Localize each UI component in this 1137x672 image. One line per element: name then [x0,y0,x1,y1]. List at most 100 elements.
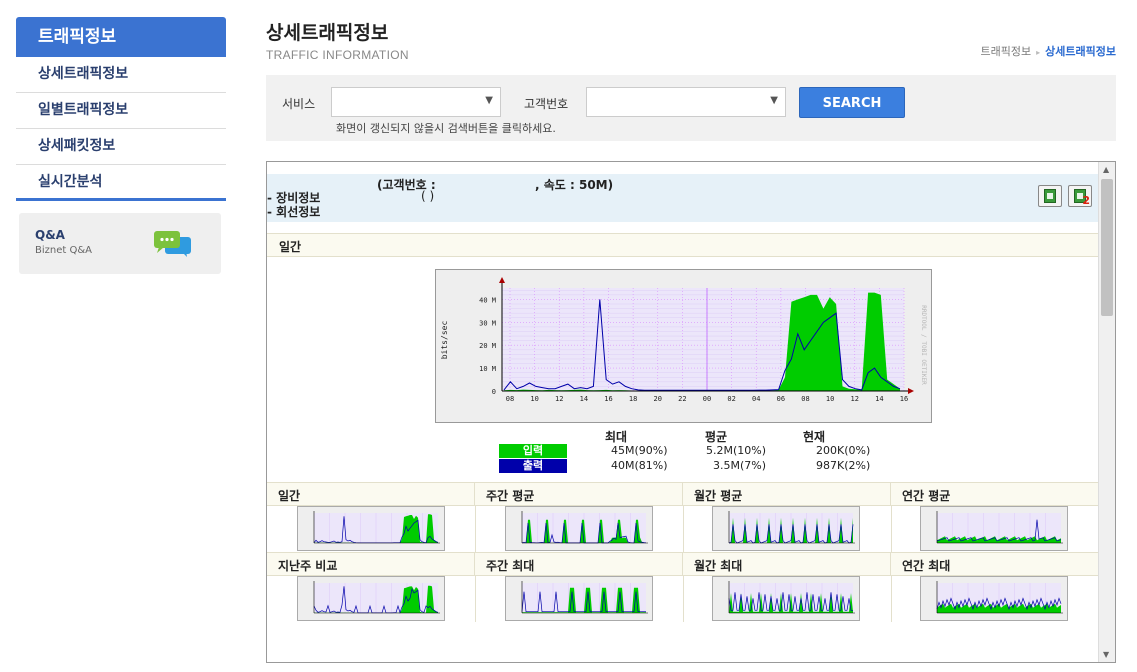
x-tick-label: 14 [875,395,883,403]
qna-box[interactable]: Q&A Biznet Q&A [19,213,221,274]
legend-input-avg: 5.2M(10%) [706,444,767,457]
scroll-up-arrow-icon[interactable]: ▲ [1103,165,1109,174]
thumb-header-yearly-avg: 연간 평균 [891,482,1099,506]
service-label: 서비스 [282,97,316,111]
thumb-chart-monthly-max[interactable] [712,576,860,621]
equipment-info-value: ( ) [421,189,435,203]
daily-traffic-chart: 0 10 M 20 M 30 M 40 M 08 10 12 14 16 18 20 22 00 02 04 0… [435,269,932,423]
legend-output-max: 40M(81%) [611,459,668,472]
y-tick-label: 30 M [479,319,496,327]
sidebar-item-realtime-analysis[interactable]: 실시간분석 [16,165,226,201]
thumb-header-weekly-max: 주간 최대 [475,552,683,576]
excel-export-2-badge: 2 [1082,194,1090,207]
excel-export-icon[interactable] [1038,185,1062,207]
qna-title: Q&A [35,228,65,242]
customer-number-label: 고객번호 [524,97,569,111]
x-tick-label: 12 [555,395,563,403]
rrdtool-watermark: RRDTOOL / TOBI OETIKER [920,305,927,385]
thumb-header-yearly-max: 연간 최대 [891,552,1099,576]
thumb-label-daily: 일간 [278,489,301,503]
thumb-header-last-week: 지난주 비교 [267,552,475,576]
breadcrumb-item-current: 상세트래픽정보 [1045,45,1116,58]
thumb-header-monthly-max: 월간 최대 [683,552,891,576]
page-subtitle: TRAFFIC INFORMATION [266,48,409,62]
x-tick-label: 06 [777,395,785,403]
excel-export-2-icon[interactable]: 2 [1068,185,1092,207]
search-hint: 화면이 갱신되지 않을시 검색버튼을 클릭하세요. [336,122,556,135]
x-tick-label: 10 [530,395,538,403]
thumb-chart-monthly-avg[interactable] [712,506,860,551]
sidebar-item-detail-traffic[interactable]: 상세트래픽정보 [16,57,226,93]
x-tick-label: 16 [900,395,908,403]
y-tick-label: 20 M [479,342,496,350]
x-tick-label: 04 [752,395,760,403]
y-tick-label: 40 M [479,296,496,304]
speed-info: , 속도 : 50M) [535,178,614,192]
legend-header-current: 현재 [803,430,826,444]
line-info: - 회선정보 [267,205,321,219]
thumb-chart-yearly-avg[interactable] [920,506,1068,551]
sidebar-item-detail-packet[interactable]: 상세패킷정보 [16,129,226,165]
y-tick-label: 10 M [479,365,496,373]
thumb-header-weekly-avg: 주간 평균 [475,482,683,506]
x-tick-label: 10 [826,395,834,403]
sidebar-header: 트래픽정보 [16,17,226,57]
thumb-label-yearly-avg: 연간 평균 [902,489,951,503]
qna-subtitle: Biznet Q&A [35,245,92,256]
daily-section-header: 일간 [267,233,1099,257]
thumb-chart-weekly-max[interactable] [505,576,653,621]
result-panel: (고객번호 : , 속도 : 50M) - 장비정보 ( ) - 회선정보 2 … [266,161,1116,663]
sidebar-item-daily-traffic[interactable]: 일별트래픽정보 [16,93,226,129]
breadcrumb-item-traffic[interactable]: 트래픽정보 [981,45,1032,58]
sidebar: 트래픽정보 상세트래픽정보 일별트래픽정보 상세패킷정보 실시간분석 [16,17,226,201]
legend-output-badge: 출력 [499,459,567,473]
search-bar: 서비스 ▼ 고객번호 ▼ SEARCH 화면이 갱신되지 않을시 검색버튼을 클… [266,75,1116,141]
thumb-chart-last-week[interactable] [297,576,445,621]
thumb-label-weekly-avg: 주간 평균 [486,489,535,503]
y-tick-label: 0 [492,388,496,396]
chevron-down-icon: ▼ [770,95,778,106]
search-button[interactable]: SEARCH [799,87,905,118]
legend-header-avg: 평균 [705,430,728,444]
x-tick-label: 22 [678,395,686,403]
x-tick-label: 18 [629,395,637,403]
thumb-chart-yearly-max[interactable] [920,576,1068,621]
thumb-chart-weekly-avg[interactable] [505,506,653,551]
legend-input-badge: 입력 [499,444,567,458]
chart-legend: 최대 평균 현재 입력 45M(90%) 5.2M(10%) 200K(0%) … [499,428,899,473]
x-axis-arrow-icon [908,388,914,394]
x-tick-label: 14 [580,395,588,403]
scrollbar-thumb[interactable] [1101,179,1113,316]
thumb-chart-daily[interactable] [297,506,445,551]
thumb-label-monthly-max: 월간 최대 [694,559,743,573]
legend-output-avg: 3.5M(7%) [713,459,767,472]
x-tick-label: 02 [727,395,735,403]
daily-section-title: 일간 [279,240,302,254]
x-tick-label: 16 [604,395,612,403]
vertical-scrollbar[interactable]: ▲ ▼ [1098,162,1115,662]
chevron-down-icon: ▼ [485,95,493,106]
x-tick-label: 20 [654,395,662,403]
page-title: 상세트래픽정보 [266,22,389,44]
customer-number-select[interactable]: ▼ [586,87,786,117]
y-axis-label: bits/sec [440,321,449,360]
x-tick-label: 08 [801,395,809,403]
x-tick-label: 00 [703,395,711,403]
plot-area [502,288,904,391]
breadcrumb-separator-icon: ▸ [1036,48,1041,57]
thumb-header-daily: 일간 [267,482,475,506]
y-axis-arrow-icon [499,277,505,283]
thumb-label-last-week: 지난주 비교 [278,559,338,573]
service-select[interactable]: ▼ [331,87,501,117]
legend-header-max: 최대 [605,430,628,444]
legend-input-max: 45M(90%) [611,444,668,457]
x-tick-label: 08 [506,395,514,403]
legend-output-current: 987K(2%) [816,459,871,472]
thumb-label-monthly-avg: 월간 평균 [694,489,743,503]
breadcrumb: 트래픽정보 ▸ 상세트래픽정보 [981,43,1116,59]
thumb-label-weekly-max: 주간 최대 [486,559,535,573]
legend-input-current: 200K(0%) [816,444,871,457]
x-tick-label: 12 [851,395,859,403]
thumb-label-yearly-max: 연간 최대 [902,559,951,573]
scroll-down-arrow-icon[interactable]: ▼ [1103,650,1109,659]
